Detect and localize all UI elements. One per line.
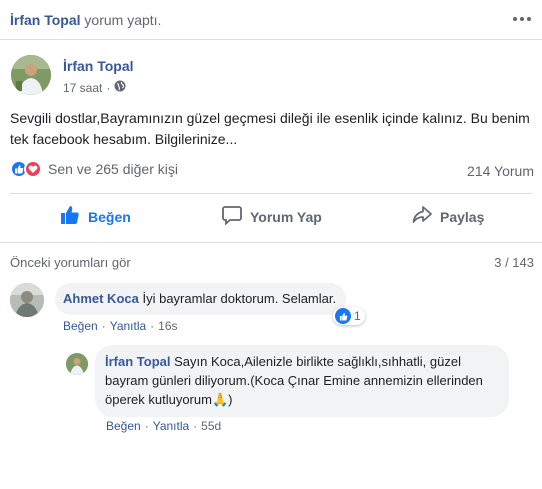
like-button-label: Beğen (88, 208, 131, 225)
share-button[interactable]: Paylaş (412, 205, 484, 228)
post-actions: Beğen Yorum Yap Paylaş (10, 193, 532, 237)
reply-bubble: İrfan Topal Sayın Koca,Ailenizle birlikt… (95, 345, 509, 417)
reactions-summary[interactable]: Sen ve 265 diğer kişi (10, 160, 178, 178)
comments-section: Önceki yorumları gör 3 / 143 Ahmet Koca … (0, 242, 542, 489)
post-timestamp[interactable]: 17 saat (63, 81, 102, 95)
comment-reaction-badge[interactable]: 1 (333, 307, 365, 325)
comment-reaction-count: 1 (354, 309, 361, 323)
comment-bubble: Ahmet Koca İyi bayramlar doktorum. Selam… (55, 283, 347, 315)
activity-header: İrfan Topal yorum yaptı. (0, 0, 542, 40)
avatar[interactable] (10, 283, 44, 317)
reply-author-link[interactable]: İrfan Topal (105, 354, 170, 369)
comment-author-link[interactable]: Ahmet Koca (63, 291, 139, 306)
more-options-icon[interactable] (510, 10, 534, 28)
comment-button-label: Yorum Yap (250, 208, 322, 225)
activity-actor-link[interactable]: İrfan Topal (10, 12, 81, 28)
comment-actions: Beğen · Yanıtla · 16s (63, 319, 178, 333)
avatar[interactable] (11, 55, 51, 95)
comment-count-link[interactable]: 214 Yorum (467, 163, 534, 179)
share-arrow-icon (412, 205, 432, 228)
comment-timestamp[interactable]: 16s (158, 319, 177, 333)
comment-text: İyi bayramlar doktorum. Selamlar. (142, 291, 337, 306)
like-reaction-icon (335, 308, 351, 324)
reply-like-link[interactable]: Beğen (106, 419, 141, 433)
activity-action: yorum yaptı. (84, 12, 162, 28)
like-button[interactable]: Beğen (60, 205, 131, 228)
thumbs-up-icon (60, 205, 80, 228)
view-previous-comments-link[interactable]: Önceki yorumları gör (10, 255, 131, 270)
comment-button[interactable]: Yorum Yap (222, 205, 322, 228)
post-author-link[interactable]: İrfan Topal (63, 58, 134, 74)
reply-reply-link[interactable]: Yanıtla (153, 419, 189, 433)
reply-actions: Beğen · Yanıtla · 55d (106, 419, 222, 433)
comment-bubble-icon (222, 205, 242, 228)
comment-pager: 3 / 143 (494, 255, 534, 270)
reaction-count: Sen ve 265 diğer kişi (48, 161, 178, 177)
avatar[interactable] (66, 353, 88, 375)
post-text: Sevgili dostlar,Bayramınızın güzel geçme… (10, 110, 530, 147)
reply-timestamp[interactable]: 55d (201, 419, 221, 433)
share-button-label: Paylaş (440, 208, 485, 225)
love-reaction-icon (24, 160, 42, 178)
globe-icon[interactable] (114, 80, 126, 95)
comment-like-link[interactable]: Beğen (63, 319, 98, 333)
activity-text: İrfan Topal yorum yaptı. (10, 12, 161, 28)
post-meta: 17 saat · (63, 80, 126, 95)
comment-reply-link[interactable]: Yanıtla (110, 319, 146, 333)
